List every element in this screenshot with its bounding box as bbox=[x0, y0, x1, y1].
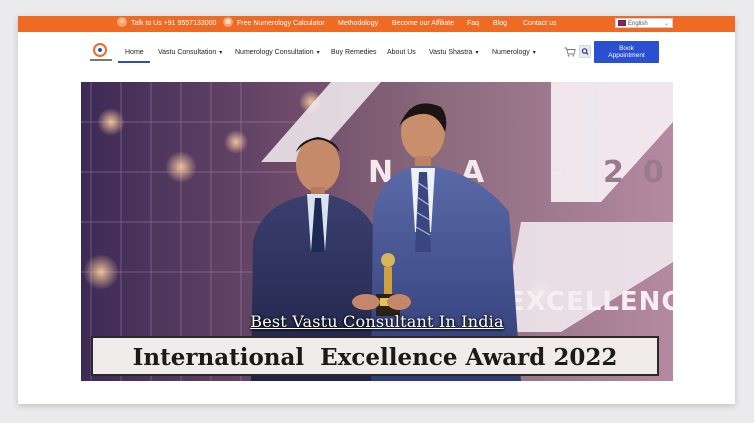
phone-link[interactable]: ☏ Talk to Us +91 9557133000 bbox=[117, 16, 216, 32]
methodology-link[interactable]: Methodology bbox=[338, 16, 378, 32]
blog-link[interactable]: Blog bbox=[493, 16, 507, 32]
language-select[interactable]: English ⌄ bbox=[615, 18, 673, 28]
nav-about-us[interactable]: About Us bbox=[387, 46, 416, 60]
nav-label: Home bbox=[125, 49, 144, 56]
search-button[interactable] bbox=[579, 45, 591, 58]
nav-numerology[interactable]: Numerology ▾ bbox=[492, 46, 536, 60]
nav-numerology-consultation[interactable]: Numerology Consultation ▾ bbox=[235, 46, 320, 60]
hero-award-banner: International Excellence Award 2022 bbox=[91, 336, 659, 376]
logo-wordmark bbox=[90, 59, 112, 61]
book-appointment-button[interactable]: Book Appointment bbox=[594, 41, 659, 63]
search-icon bbox=[581, 48, 589, 55]
chevron-down-icon: ▾ bbox=[532, 50, 536, 56]
nav-label: Buy Remedies bbox=[331, 49, 377, 56]
nav-vastu-consultation[interactable]: Vastu Consultation ▾ bbox=[158, 46, 222, 60]
contact-us-link[interactable]: Contact us bbox=[523, 16, 556, 32]
backdrop-letter-2: 2 bbox=[603, 155, 624, 190]
phone-text: Talk to Us +91 9557133000 bbox=[131, 20, 217, 27]
topbar-link-label: Free Numerology Calculator bbox=[237, 20, 325, 27]
browser-page: ☏ Talk to Us +91 9557133000 ▦ Free Numerol… bbox=[18, 16, 735, 404]
nav-label: Vastu Shastra bbox=[429, 49, 473, 56]
logo-emblem bbox=[93, 43, 107, 57]
nav-home[interactable]: Home bbox=[125, 46, 144, 60]
backdrop-letter-dash: - bbox=[551, 155, 563, 190]
hero-banner: N A - 2 0 EXCELLENC Best Vastu Consultan… bbox=[81, 82, 673, 381]
active-nav-underline bbox=[118, 61, 150, 63]
chevron-down-icon: ⌄ bbox=[663, 21, 669, 27]
nav-label: About Us bbox=[387, 49, 416, 56]
nav-label: Vastu Consultation bbox=[158, 49, 217, 56]
top-bar: ☏ Talk to Us +91 9557133000 ▦ Free Numerol… bbox=[18, 16, 735, 32]
language-label: English bbox=[628, 21, 648, 27]
free-numerology-calculator-link[interactable]: ▦ Free Numerology Calculator bbox=[223, 16, 325, 32]
chevron-down-icon: ▾ bbox=[316, 50, 320, 56]
hero-caption-top: Best Vastu Consultant In India bbox=[250, 312, 504, 331]
book-button-line1: Book bbox=[619, 45, 634, 52]
calculator-icon: ▦ bbox=[223, 17, 233, 28]
hero-caption-bottom: International Excellence Award 2022 bbox=[132, 344, 618, 371]
cart-icon[interactable] bbox=[564, 47, 576, 57]
chevron-down-icon: ▾ bbox=[219, 50, 223, 56]
site-logo[interactable] bbox=[90, 43, 112, 67]
nav-label: Numerology bbox=[492, 49, 530, 56]
faq-link[interactable]: Faq bbox=[467, 16, 479, 32]
nav-vastu-shastra[interactable]: Vastu Shastra ▾ bbox=[429, 46, 478, 60]
nav-label: Numerology Consultation bbox=[235, 49, 314, 56]
nav-buy-remedies[interactable]: Buy Remedies bbox=[331, 46, 377, 60]
backdrop-letter-0: 0 bbox=[643, 155, 664, 190]
book-button-line2: Appointment bbox=[608, 52, 645, 59]
phone-icon: ☏ bbox=[117, 17, 127, 28]
chevron-down-icon: ▾ bbox=[475, 50, 479, 56]
flag-icon bbox=[618, 20, 626, 27]
affiliate-link[interactable]: Become our Affiliate bbox=[392, 16, 454, 32]
